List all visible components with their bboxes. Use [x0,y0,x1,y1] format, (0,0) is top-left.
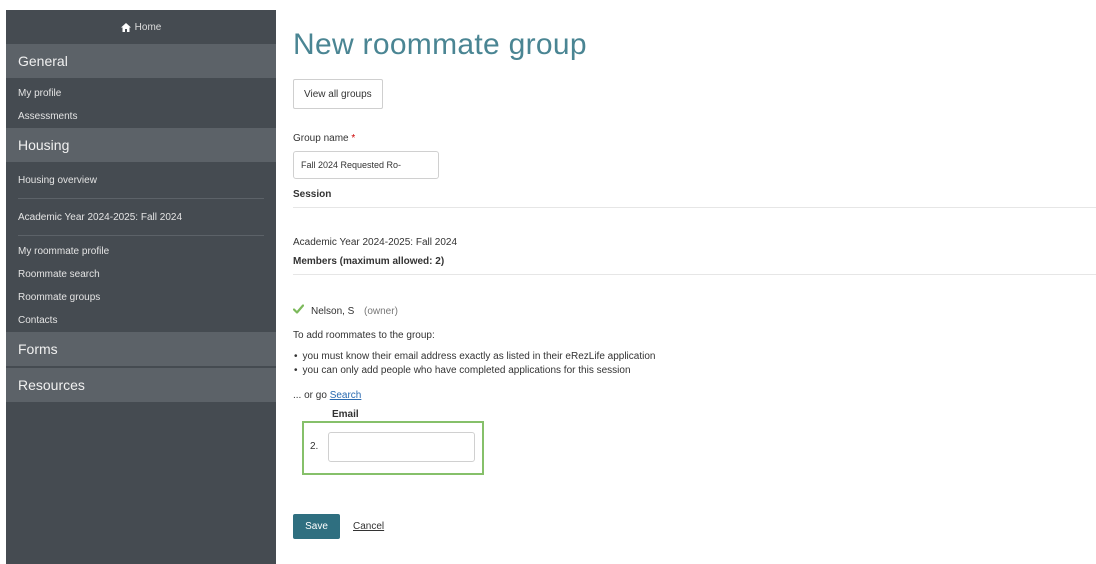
sidebar: Home General My profile Assessments Hous… [0,10,276,564]
sidebar-item-roommate-search[interactable]: Roommate search [6,263,276,286]
or-go-text: ... or go [293,390,327,401]
section-divider [293,207,1096,208]
session-value: Academic Year 2024-2025: Fall 2024 [293,237,458,248]
member-role: (owner) [364,306,398,317]
email-input[interactable] [328,432,475,462]
instructions-list: you must know their email address exactl… [293,350,656,378]
sidebar-section-housing[interactable]: Housing [6,128,276,162]
section-divider [293,274,1096,275]
email-column-header: Email [332,409,359,420]
list-item: you must know their email address exactl… [293,350,656,364]
sidebar-item-my-profile[interactable]: My profile [6,82,276,105]
sidebar-item-contacts[interactable]: Contacts [6,309,276,332]
search-link[interactable]: Search [330,390,362,401]
sidebar-item-my-roommate-profile[interactable]: My roommate profile [6,240,276,263]
sidebar-item-session[interactable]: Academic Year 2024-2025: Fall 2024 [6,199,276,235]
session-label: Session [293,189,332,200]
email-row-number: 2. [310,441,319,452]
sidebar-home-label: Home [134,21,162,33]
members-label: Members (maximum allowed: 2) [293,256,445,267]
save-button[interactable]: Save [293,514,340,539]
group-name-input[interactable] [293,151,439,179]
member-name: Nelson, S [311,306,355,317]
list-item: you can only add people who have complet… [293,364,655,378]
view-all-groups-button[interactable]: View all groups [293,79,383,109]
instructions-text: To add roommates to the group: [293,330,435,341]
search-line: ... or go Search [293,390,361,401]
sidebar-item-assessments[interactable]: Assessments [6,105,276,128]
group-name-label-text: Group name [293,133,349,144]
group-name-label: Group name * [293,133,355,144]
sidebar-section-general[interactable]: General [6,44,276,78]
home-icon [120,22,131,32]
page-title: New roommate group [293,28,587,61]
sidebar-section-forms[interactable]: Forms [6,332,276,366]
cancel-link[interactable]: Cancel [353,521,384,532]
sidebar-item-roommate-groups[interactable]: Roommate groups [0,286,276,309]
sidebar-section-resources[interactable]: Resources [6,368,276,402]
check-icon [293,304,304,314]
sidebar-item-housing-overview[interactable]: Housing overview [6,162,276,198]
sidebar-home-link[interactable]: Home [6,10,276,44]
required-marker: * [351,133,356,144]
